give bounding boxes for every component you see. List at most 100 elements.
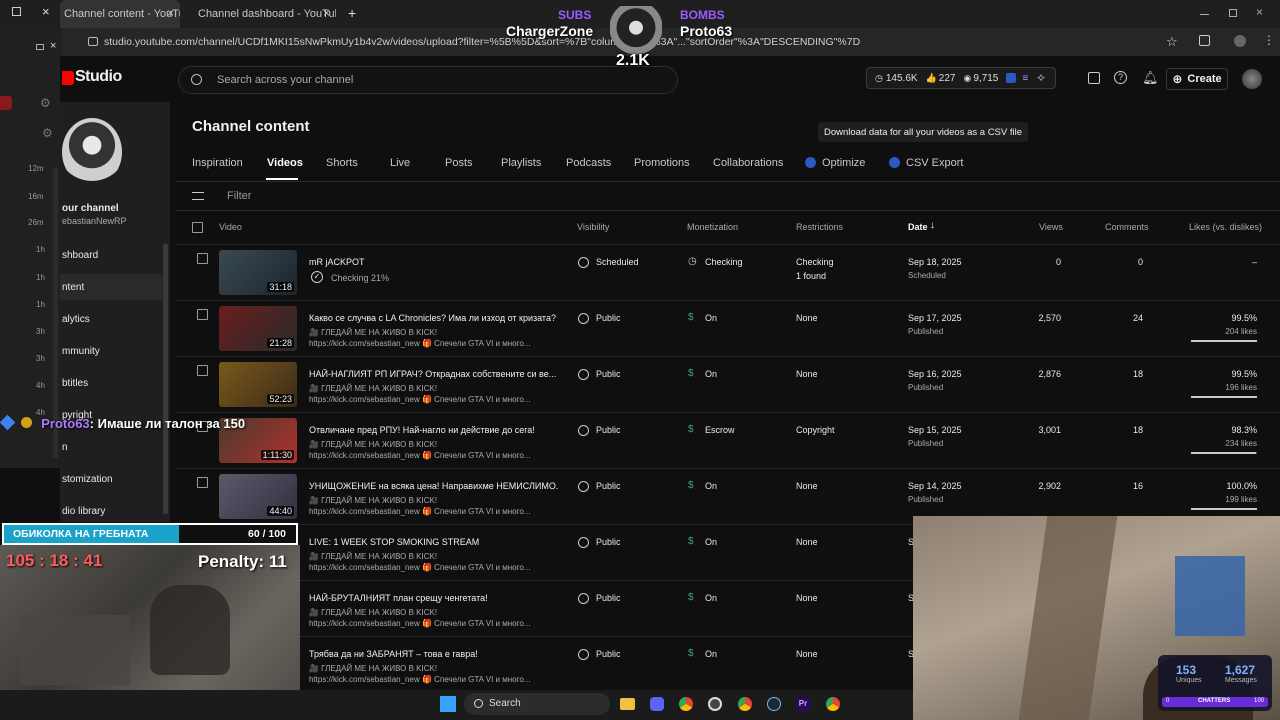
settings-gear-icon[interactable]: ⚙: [40, 96, 51, 110]
bookmark-star-icon[interactable]: ☆: [1166, 34, 1178, 50]
table-row[interactable]: 31:18 mR jACKPOT ✓ Checking 21% Scheduled ◷ Ch…: [176, 244, 1280, 300]
windows-start-icon[interactable]: [440, 696, 456, 712]
url-field[interactable]: studio.youtube.com/channel/UCDf1MKI15sNw…: [104, 36, 860, 48]
monetization-value[interactable]: On: [705, 481, 717, 491]
restrictions-value[interactable]: None: [796, 649, 818, 659]
tab-videos[interactable]: Videos: [267, 157, 303, 169]
account-avatar[interactable]: [1242, 69, 1262, 89]
column-header-monetization[interactable]: Monetization: [687, 222, 738, 232]
tab-collaborations[interactable]: Collaborations: [713, 157, 783, 169]
channel-avatar[interactable]: [62, 118, 122, 186]
youtube-logo-icon[interactable]: [62, 71, 74, 85]
monetization-value[interactable]: Checking: [705, 257, 743, 267]
panel-close-icon[interactable]: ×: [50, 40, 56, 52]
tab-live[interactable]: Live: [390, 157, 410, 169]
video-thumbnail[interactable]: 21:28: [219, 306, 297, 351]
feedback-icon[interactable]: [1088, 72, 1100, 84]
monetization-value[interactable]: On: [705, 649, 717, 659]
tab-optimize[interactable]: Optimize: [822, 157, 865, 169]
visibility-value[interactable]: Public: [596, 313, 621, 323]
column-header-views[interactable]: Views: [1039, 222, 1063, 232]
taskbar-search-box[interactable]: Search: [464, 693, 610, 715]
video-title[interactable]: НАЙ-БРУТАЛНИЯТ план срещу ченгетата!: [309, 593, 559, 603]
video-thumbnail[interactable]: 44:40: [219, 474, 297, 519]
tab-playlists[interactable]: Playlists: [501, 157, 541, 169]
sidebar-item-audio-library[interactable]: dio library: [62, 506, 105, 517]
create-button[interactable]: ⊕ Create: [1166, 68, 1228, 90]
sidebar-item-customization[interactable]: stomization: [62, 474, 113, 485]
video-thumbnail[interactable]: 52:23: [219, 362, 297, 407]
column-header-likes[interactable]: Likes (vs. dislikes): [1189, 222, 1262, 232]
premiere-icon[interactable]: Pr: [796, 697, 810, 711]
restrictions-value[interactable]: None: [796, 537, 818, 547]
minimize-icon[interactable]: [1200, 14, 1209, 15]
obs-icon[interactable]: [708, 697, 722, 711]
visibility-value[interactable]: Public: [596, 369, 621, 379]
sidebar-scrollbar[interactable]: [163, 244, 168, 514]
panel-scrollbar[interactable]: [53, 168, 58, 458]
extensions-icon[interactable]: [1199, 35, 1210, 46]
video-title[interactable]: Трябва да ни ЗАБРАНЯТ – това е гавра!: [309, 649, 559, 659]
close-icon[interactable]: ×: [1256, 5, 1263, 19]
monetization-value[interactable]: On: [705, 537, 717, 547]
tab-podcasts[interactable]: Podcasts: [566, 157, 611, 169]
video-title[interactable]: LIVE: 1 WEEK STOP SMOKING STREAM: [309, 537, 559, 547]
monetization-value[interactable]: On: [705, 593, 717, 603]
table-row[interactable]: 1:11:30 Отвличане пред РПУ! Най-нагло ни …: [176, 412, 1280, 468]
sidebar-item-content[interactable]: ntent: [62, 282, 84, 293]
sidebar-item-dashboard[interactable]: shboard: [62, 250, 98, 261]
tab-posts[interactable]: Posts: [445, 157, 473, 169]
sidebar-item-analytics[interactable]: alytics: [62, 314, 90, 325]
filter-icon[interactable]: [192, 192, 204, 200]
video-thumbnail[interactable]: 31:18: [219, 250, 297, 295]
sidebar-item-subtitles[interactable]: btitles: [62, 378, 88, 389]
monetization-value[interactable]: Escrow: [705, 425, 735, 435]
restrictions-value[interactable]: None: [796, 481, 818, 491]
restrictions-value[interactable]: Copyright: [796, 425, 835, 435]
panel-minimize-icon[interactable]: [36, 44, 44, 50]
restrictions-value[interactable]: None: [796, 313, 818, 323]
monetization-value[interactable]: On: [705, 369, 717, 379]
notifications-bell-icon[interactable]: 🔔︎: [1142, 70, 1159, 86]
row-checkbox[interactable]: [197, 477, 208, 488]
tab-channel-dashboard[interactable]: Channel dashboard - YouTube ×: [186, 0, 336, 28]
column-header-comments[interactable]: Comments: [1105, 222, 1149, 232]
row-checkbox[interactable]: [197, 253, 208, 264]
tab-promotions[interactable]: Promotions: [634, 157, 690, 169]
site-info-icon[interactable]: [88, 37, 98, 46]
row-checkbox[interactable]: [197, 309, 208, 320]
restrictions-value[interactable]: None: [796, 369, 818, 379]
sidebar-item-community[interactable]: mmunity: [62, 346, 100, 357]
chrome-icon[interactable]: [679, 697, 693, 711]
browser-menu-icon[interactable]: ⋮: [1263, 33, 1275, 47]
visibility-value[interactable]: Public: [596, 425, 621, 435]
new-tab-button[interactable]: +: [348, 5, 356, 21]
sidebar-item-earn[interactable]: n: [62, 442, 68, 453]
filter-input[interactable]: Filter: [227, 190, 251, 202]
video-title[interactable]: mR jACKPOT: [309, 257, 559, 267]
column-header-visibility[interactable]: Visibility: [577, 222, 609, 232]
steam-icon[interactable]: [767, 697, 781, 711]
window-restore-icon[interactable]: [12, 7, 21, 16]
video-title[interactable]: УНИЩОЖЕНИЕ на всяка цена! Направихме НЕМ…: [309, 481, 559, 491]
visibility-value[interactable]: Scheduled: [596, 257, 639, 267]
tab-csv-export[interactable]: CSV Export: [906, 157, 963, 169]
video-title[interactable]: Отвличане пред РПУ! Най-нагло ни действи…: [309, 425, 559, 435]
table-row[interactable]: 21:28 Какво се случва с LA Chronicles? Им…: [176, 300, 1280, 356]
file-explorer-icon[interactable]: [620, 698, 635, 710]
maximize-icon[interactable]: [1229, 9, 1237, 17]
channel-stats-widget[interactable]: ◷ 145.6K 👍 227 ◉ 9,715 ≡: [866, 67, 1056, 89]
row-checkbox[interactable]: [197, 365, 208, 376]
column-header-restrictions[interactable]: Restrictions: [796, 222, 843, 232]
restrictions-value[interactable]: None: [796, 593, 818, 603]
monetization-value[interactable]: On: [705, 313, 717, 323]
tab-shorts[interactable]: Shorts: [326, 157, 358, 169]
column-header-date[interactable]: Date: [908, 222, 928, 232]
chrome-icon[interactable]: [826, 697, 840, 711]
visibility-value[interactable]: Public: [596, 481, 621, 491]
close-tab-icon[interactable]: ×: [167, 6, 174, 20]
chrome-icon[interactable]: [738, 697, 752, 711]
close-window-icon[interactable]: ×: [42, 4, 50, 19]
tab-channel-content[interactable]: Channel content - YouTube Stu ×: [60, 0, 180, 28]
discord-icon[interactable]: [650, 697, 664, 711]
